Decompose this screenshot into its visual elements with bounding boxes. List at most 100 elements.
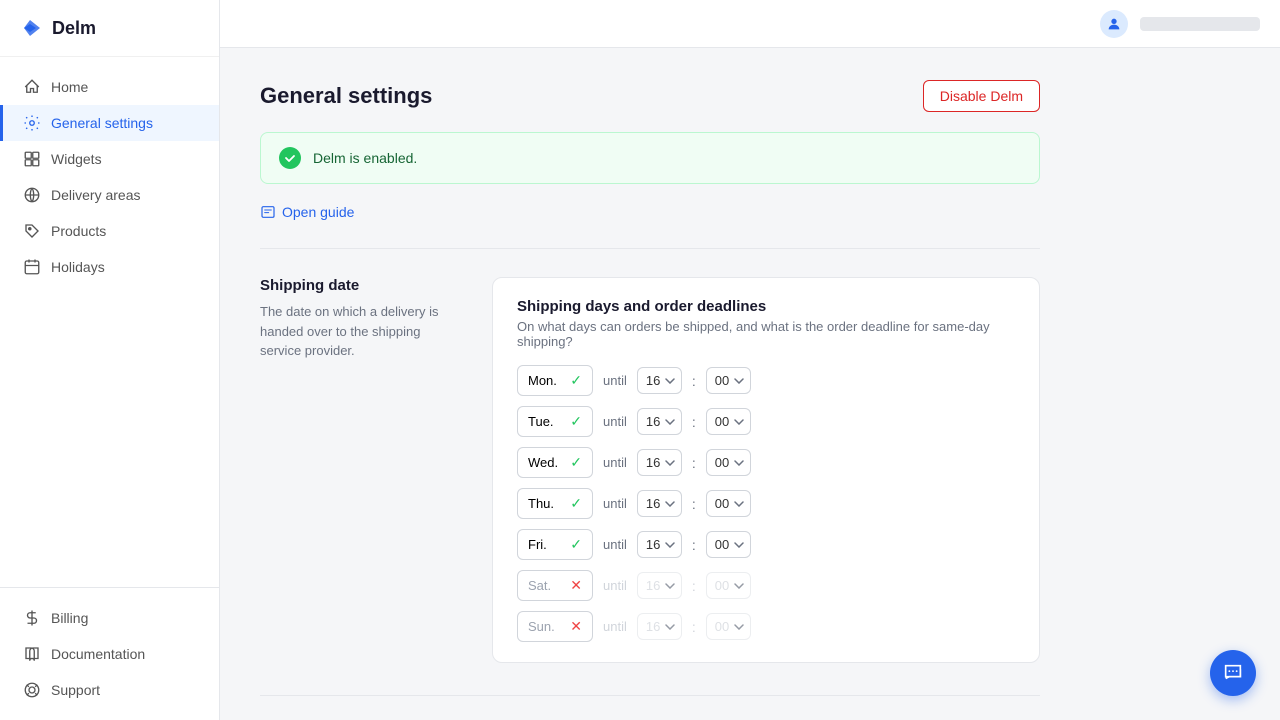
day-label: Sat. xyxy=(528,578,551,593)
until-label: until xyxy=(603,414,627,429)
day-row-sat: Sat. ✕ until 000102030405060708091011121… xyxy=(517,570,1015,601)
logo-icon xyxy=(20,16,44,40)
day-row-tue: Tue. ✓ until 000102030405060708091011121… xyxy=(517,406,1015,437)
sidebar-item-documentation[interactable]: Documentation xyxy=(0,636,219,672)
day-label: Wed. xyxy=(528,455,558,470)
hour-select-3[interactable]: 0001020304050607080910111213141516171819… xyxy=(637,490,682,517)
day-row-thu: Thu. ✓ until 000102030405060708091011121… xyxy=(517,488,1015,519)
section-divider xyxy=(260,248,1040,249)
day-row-mon: Mon. ✓ until 000102030405060708091011121… xyxy=(517,365,1015,396)
hour-select-2[interactable]: 0001020304050607080910111213141516171819… xyxy=(637,449,682,476)
day-button-sun[interactable]: Sun. ✕ xyxy=(517,611,593,642)
day-label: Sun. xyxy=(528,619,555,634)
chat-bubble[interactable] xyxy=(1210,650,1256,696)
calendar-icon xyxy=(23,258,41,276)
day-label: Mon. xyxy=(528,373,557,388)
sidebar-label-documentation: Documentation xyxy=(51,646,145,662)
day-row-sun: Sun. ✕ until 000102030405060708091011121… xyxy=(517,611,1015,642)
chat-icon xyxy=(1222,662,1244,684)
guide-link-text: Open guide xyxy=(282,204,354,220)
hour-select-5: 0001020304050607080910111213141516171819… xyxy=(637,572,682,599)
logo: Delm xyxy=(0,0,219,57)
until-label: until xyxy=(603,373,627,388)
colon: : xyxy=(692,373,696,389)
sidebar-label-holidays: Holidays xyxy=(51,259,105,275)
minute-select-4[interactable]: 00153045 xyxy=(706,531,751,558)
alert-text: Delm is enabled. xyxy=(313,150,417,166)
day-row-wed: Wed. ✓ until 000102030405060708091011121… xyxy=(517,447,1015,478)
sidebar-label-billing: Billing xyxy=(51,610,88,626)
sidebar-item-home[interactable]: Home xyxy=(0,69,219,105)
topbar xyxy=(220,0,1280,48)
page-header: General settings Disable Delm xyxy=(260,80,1040,112)
minute-select-0[interactable]: 00153045 xyxy=(706,367,751,394)
day-label: Fri. xyxy=(528,537,547,552)
minute-select-3[interactable]: 00153045 xyxy=(706,490,751,517)
sidebar-item-billing[interactable]: Billing xyxy=(0,600,219,636)
hour-select-1[interactable]: 0001020304050607080910111213141516171819… xyxy=(637,408,682,435)
card-title-shipping: Shipping days and order deadlines xyxy=(517,298,1015,315)
x-icon: ✕ xyxy=(570,577,582,594)
shipping-date-right: Shipping days and order deadlines On wha… xyxy=(492,277,1040,663)
disable-delm-button[interactable]: Disable Delm xyxy=(923,80,1040,112)
card-subtitle-shipping: On what days can orders be shipped, and … xyxy=(517,319,1015,349)
colon: : xyxy=(692,619,696,635)
until-label: until xyxy=(603,496,627,511)
x-icon: ✕ xyxy=(570,618,582,635)
hour-select-4[interactable]: 0001020304050607080910111213141516171819… xyxy=(637,531,682,558)
user-name-bar xyxy=(1140,17,1260,31)
sidebar-label-general-settings: General settings xyxy=(51,115,153,131)
check-icon: ✓ xyxy=(570,536,582,553)
day-button-wed[interactable]: Wed. ✓ xyxy=(517,447,593,478)
day-button-tue[interactable]: Tue. ✓ xyxy=(517,406,593,437)
support-icon xyxy=(23,681,41,699)
colon: : xyxy=(692,578,696,594)
hour-select-0[interactable]: 0001020304050607080910111213141516171819… xyxy=(637,367,682,394)
day-label: Tue. xyxy=(528,414,554,429)
sidebar-item-delivery-areas[interactable]: Delivery areas xyxy=(0,177,219,213)
shipping-date-left: Shipping date The date on which a delive… xyxy=(260,277,460,361)
until-label: until xyxy=(603,455,627,470)
widget-icon xyxy=(23,150,41,168)
day-button-fri[interactable]: Fri. ✓ xyxy=(517,529,593,560)
day-label: Thu. xyxy=(528,496,554,511)
days-container: Mon. ✓ until 000102030405060708091011121… xyxy=(517,365,1015,642)
shipping-date-section: Shipping date The date on which a delive… xyxy=(260,277,1040,663)
minute-select-1[interactable]: 00153045 xyxy=(706,408,751,435)
main-content: General settings Disable Delm Delm is en… xyxy=(220,0,1280,720)
alert-check-icon xyxy=(279,147,301,169)
sidebar-label-support: Support xyxy=(51,682,100,698)
minute-select-6: 00153045 xyxy=(706,613,751,640)
guide-icon xyxy=(260,204,276,220)
sidebar-item-holidays[interactable]: Holidays xyxy=(0,249,219,285)
globe-icon xyxy=(23,186,41,204)
hour-select-6: 0001020304050607080910111213141516171819… xyxy=(637,613,682,640)
sidebar-item-general-settings[interactable]: General settings xyxy=(0,105,219,141)
user-avatar xyxy=(1100,10,1128,38)
colon: : xyxy=(692,455,696,471)
day-button-mon[interactable]: Mon. ✓ xyxy=(517,365,593,396)
sidebar-bottom: Billing Documentation Support xyxy=(0,587,219,720)
sidebar-item-widgets[interactable]: Widgets xyxy=(0,141,219,177)
day-button-sat[interactable]: Sat. ✕ xyxy=(517,570,593,601)
until-label: until xyxy=(603,578,627,593)
sidebar-label-widgets: Widgets xyxy=(51,151,102,167)
section-divider-2 xyxy=(260,695,1040,696)
enabled-alert: Delm is enabled. xyxy=(260,132,1040,184)
day-button-thu[interactable]: Thu. ✓ xyxy=(517,488,593,519)
sidebar-label-home: Home xyxy=(51,79,88,95)
open-guide-link[interactable]: Open guide xyxy=(260,204,1040,220)
sidebar-item-support[interactable]: Support xyxy=(0,672,219,708)
tag-icon xyxy=(23,222,41,240)
colon: : xyxy=(692,537,696,553)
day-row-fri: Fri. ✓ until 000102030405060708091011121… xyxy=(517,529,1015,560)
sidebar-nav: Home General settings Widgets Delivery a… xyxy=(0,57,219,334)
sidebar-item-products[interactable]: Products xyxy=(0,213,219,249)
dollar-icon xyxy=(23,609,41,627)
minute-select-2[interactable]: 00153045 xyxy=(706,449,751,476)
minute-select-5: 00153045 xyxy=(706,572,751,599)
check-icon: ✓ xyxy=(570,413,582,430)
book-icon xyxy=(23,645,41,663)
check-icon: ✓ xyxy=(570,454,582,471)
sidebar-label-products: Products xyxy=(51,223,106,239)
